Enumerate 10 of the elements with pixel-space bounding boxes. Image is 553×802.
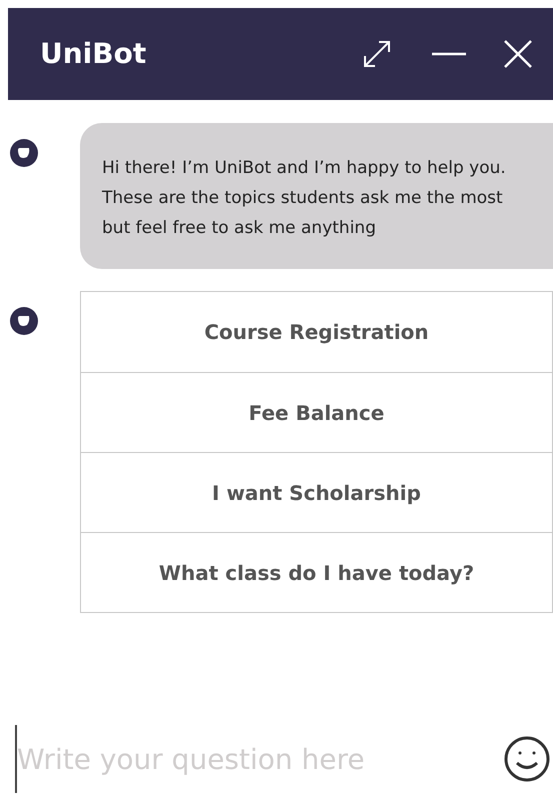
window-title: UniBot — [40, 36, 148, 72]
topic-option[interactable]: Fee Balance — [81, 372, 552, 452]
topic-option[interactable]: I want Scholarship — [81, 452, 552, 532]
bot-message: Hi there! I’m UniBot and I’m happy to help you. These are the topics students ask me the most but feel free to ask me anything — [80, 123, 553, 269]
close-icon[interactable] — [503, 39, 533, 69]
topic-option[interactable]: What class do I have today? — [81, 532, 552, 612]
topic-option[interactable]: Course Registration — [81, 292, 552, 372]
bot-avatar-icon — [10, 307, 38, 335]
emoji-icon[interactable] — [503, 735, 551, 783]
bot-avatar-icon — [10, 139, 38, 167]
